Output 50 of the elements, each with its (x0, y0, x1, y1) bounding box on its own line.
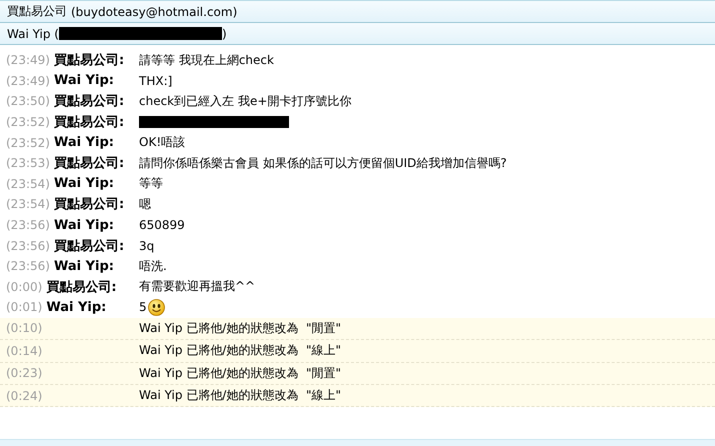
user-name-close: ) (222, 26, 227, 40)
timestamp: (23:56) (6, 238, 50, 253)
timestamp: (0:24) (6, 388, 42, 403)
timestamp: (23:52) (6, 115, 50, 130)
timestamp: (23:56) (6, 218, 50, 232)
timestamp: (23:50) (6, 94, 50, 108)
message-text: OK!唔該 (139, 134, 186, 152)
sender-name: Wai Yip: (46, 300, 106, 315)
message-text: check到已經入左 我e+開卡打序號比你 (139, 92, 352, 110)
message-text: 有需要歡迎再搵我^^ (139, 278, 256, 296)
timestamp: (0:10) (6, 321, 42, 336)
timestamp: (23:56) (6, 259, 50, 274)
sender-name: 買點易公司: (46, 278, 117, 296)
sender-name: 買點易公司: (54, 114, 124, 132)
timestamp: (23:49) (6, 74, 50, 88)
message-text: 5 (139, 300, 147, 314)
timestamp: (23:54) (6, 176, 50, 191)
status-message: Wai Yip 已將他/她的狀態改為 "線上" (139, 387, 341, 404)
message-text: 嗯 (139, 196, 151, 213)
timestamp: (23:53) (6, 156, 50, 170)
message-text: 3q (139, 238, 154, 253)
sender-name: 買點易公司: (54, 52, 124, 70)
timestamp: (0:01) (6, 300, 42, 314)
contact-email: (buydoteasy@hotmail.com) (71, 4, 238, 18)
sender-name: 買點易公司: (54, 155, 124, 172)
timestamp: (0:14) (6, 344, 42, 358)
message-text: 請問你係唔係樂古會員 如果係的話可以方便留個UID給我增加信譽嗎? (139, 154, 507, 172)
message-text: 請等等 我現在上網check (139, 52, 274, 69)
message-text: 650899 (139, 218, 185, 232)
sender-name: Wai Yip: (54, 258, 114, 274)
message-text: 唔洗. (139, 258, 167, 275)
contact-name: 買點易公司 (7, 3, 67, 20)
timestamp: (23:49) (6, 53, 50, 68)
sender-name: 買點易公司: (54, 238, 124, 255)
message-text: THX:] (139, 74, 172, 88)
timestamp: (23:54) (6, 197, 50, 212)
timestamp: (0:23) (6, 366, 42, 380)
status-message: Wai Yip 已將他/她的狀態改為 "閒置" (139, 320, 341, 337)
user-name: Wai Yip ( (7, 26, 59, 40)
status-message: Wai Yip 已將他/她的狀態改為 "線上" (139, 342, 341, 360)
status-message: Wai Yip 已將他/她的狀態改為 "閒置" (139, 364, 341, 382)
sender-name: 買點易公司: (54, 196, 124, 214)
message-text: 等等 (139, 175, 163, 192)
sender-name: Wai Yip: (54, 73, 114, 88)
sender-name: Wai Yip: (54, 218, 114, 233)
sender-name: Wai Yip: (54, 176, 114, 192)
timestamp: (0:00) (6, 280, 42, 294)
sender-name: Wai Yip: (54, 135, 114, 150)
sender-name: 買點易公司: (54, 93, 124, 110)
timestamp: (23:52) (6, 136, 50, 150)
